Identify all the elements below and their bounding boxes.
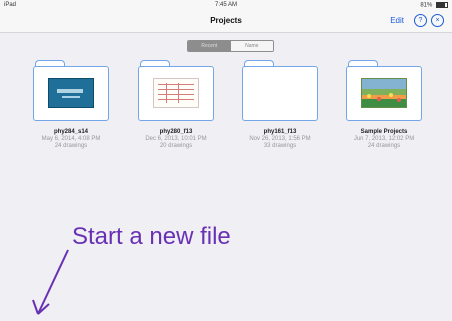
project-count: 33 drawings [263,143,297,149]
project-date: Nov 26, 2013, 1:56 PM [249,136,311,142]
table-line [158,84,194,85]
project-folder-sample-projects[interactable] [346,60,422,122]
flower-painting-thumbnail [361,78,407,108]
table-thumbnail [153,78,199,108]
page-title: Projects [210,16,242,25]
project-name: Sample Projects [360,129,408,135]
annotation-arrow-icon [32,249,69,315]
battery-percent: 81% [420,2,433,9]
project-name: phy161_f13 [263,129,297,135]
top-navigation-bar: Projects Edit ? × [0,10,452,33]
table-line [158,94,194,95]
project-date: Jun 7, 2013, 12:02 PM [353,136,415,142]
flower-icon [367,94,371,98]
project-label-sample-projects: Sample Projects Jun 7, 2013, 12:02 PM 24… [329,129,439,150]
project-date: Dec 6, 2013, 10:01 PM [145,136,207,142]
project-count: 20 drawings [159,143,193,149]
project-count: 24 drawings [54,143,88,149]
project-folder-phy284-s14[interactable] [33,60,109,122]
table-line [158,99,194,100]
project-folder-phy161-f13[interactable] [242,60,318,122]
table-column-line [178,83,179,103]
help-icon[interactable]: ? [414,14,427,27]
status-bar: iPad 7:45 AM 81% [0,0,452,10]
project-label-phy161-f13: phy161_f13 Nov 26, 2013, 1:56 PM 33 draw… [225,129,335,150]
project-date: May 6, 2014, 4:08 PM [41,136,101,142]
flower-icon [377,97,381,101]
project-name: phy284_s14 [53,129,89,135]
project-name: phy280_f13 [159,129,193,135]
blue-slide-thumbnail [48,78,94,108]
segment-name[interactable]: Name [230,41,273,51]
close-icon[interactable]: × [431,14,444,27]
project-label-phy284-s14: phy284_s14 May 6, 2014, 4:08 PM 24 drawi… [16,129,126,150]
project-count: 24 drawings [367,143,401,149]
project-folder-phy280-f13[interactable] [138,60,214,122]
edit-button[interactable]: Edit [390,16,404,25]
project-sort-segmented-control[interactable]: Recent Name [187,40,274,52]
table-column-line [166,83,167,103]
folder-icon [242,66,318,121]
battery-icon [436,2,448,8]
battery-status: 81% [420,2,448,9]
project-label-phy280-f13: phy280_f13 Dec 6, 2013, 10:01 PM 20 draw… [121,129,231,150]
arrow-line [37,249,69,315]
flower-icon [397,98,401,102]
table-line [158,89,194,90]
start-new-file-annotation: Start a new file [72,223,231,250]
status-time: 7:45 AM [214,2,237,8]
segment-recent[interactable]: Recent [188,41,231,51]
thumbnail-title-bar [57,89,83,93]
arrowhead-left [32,299,39,315]
flower-icon [389,93,393,97]
thumbnail-subtitle-bar [62,96,80,98]
